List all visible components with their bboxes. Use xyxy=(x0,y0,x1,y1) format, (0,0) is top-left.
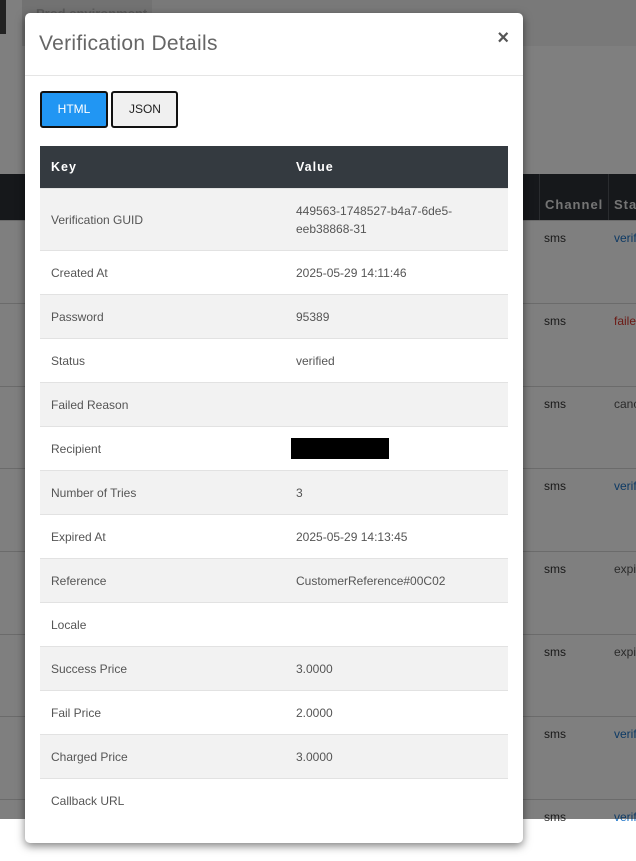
tab-json[interactable]: JSON xyxy=(111,91,179,128)
row-value: 95389 xyxy=(285,294,508,339)
header-key: Key xyxy=(40,146,285,189)
table-row: Failed Reason xyxy=(40,382,508,427)
row-key: Expired At xyxy=(40,514,285,559)
table-row: Verification GUID 449563-1748527-b4a7-6de… xyxy=(40,188,508,251)
row-key: Locale xyxy=(40,602,285,647)
table-row: Locale xyxy=(40,602,508,647)
row-value: 2025-05-29 14:13:45 xyxy=(285,514,508,559)
details-table: Key Value Verification GUID 449563-174852… xyxy=(40,146,508,822)
row-key: Callback URL xyxy=(40,778,285,822)
header-value: Value xyxy=(285,146,508,189)
row-key: Fail Price xyxy=(40,690,285,735)
row-key: Recipient xyxy=(40,426,285,471)
table-row: Created At 2025-05-29 14:11:46 xyxy=(40,250,508,295)
row-value xyxy=(285,382,508,427)
row-value xyxy=(285,426,508,471)
modal-header: Verification Details × xyxy=(25,13,523,76)
table-row: Number of Tries 3 xyxy=(40,470,508,515)
row-value: CustomerReference#00C02 xyxy=(285,558,508,603)
row-value: verified xyxy=(285,338,508,383)
modal-title: Verification Details xyxy=(39,32,218,55)
row-key: Password xyxy=(40,294,285,339)
verification-details-modal: Verification Details × HTML JSON Key Val… xyxy=(25,13,523,843)
close-icon[interactable]: × xyxy=(497,28,509,48)
row-key: Verification GUID xyxy=(40,188,285,251)
table-row: Fail Price 2.0000 xyxy=(40,690,508,735)
row-key: Number of Tries xyxy=(40,470,285,515)
format-tab-bar: HTML JSON xyxy=(40,91,179,129)
table-row: Success Price 3.0000 xyxy=(40,646,508,691)
row-key: Success Price xyxy=(40,646,285,691)
row-value: 3.0000 xyxy=(285,734,508,779)
row-key: Created At xyxy=(40,250,285,295)
row-value xyxy=(285,602,508,647)
row-value: 2025-05-29 14:11:46 xyxy=(285,250,508,295)
details-table-body: Verification GUID 449563-1748527-b4a7-6de… xyxy=(40,188,508,822)
table-row: Expired At 2025-05-29 14:13:45 xyxy=(40,514,508,559)
redacted-block xyxy=(291,438,389,459)
row-key: Failed Reason xyxy=(40,382,285,427)
details-table-header-row: Key Value xyxy=(40,146,508,189)
row-value: 3 xyxy=(285,470,508,515)
row-value xyxy=(285,778,508,822)
table-row: Reference CustomerReference#00C02 xyxy=(40,558,508,603)
row-value: 3.0000 xyxy=(285,646,508,691)
table-row: Charged Price 3.0000 xyxy=(40,734,508,779)
row-key: Reference xyxy=(40,558,285,603)
row-key: Charged Price xyxy=(40,734,285,779)
row-value: 449563-1748527-b4a7-6de5-eeb38868-31 xyxy=(285,188,508,251)
table-row: Callback URL xyxy=(40,778,508,822)
table-row: Recipient xyxy=(40,426,508,471)
table-row: Password 95389 xyxy=(40,294,508,339)
row-key: Status xyxy=(40,338,285,383)
tab-html[interactable]: HTML xyxy=(40,91,108,128)
table-row: Status verified xyxy=(40,338,508,383)
row-value: 2.0000 xyxy=(285,690,508,735)
